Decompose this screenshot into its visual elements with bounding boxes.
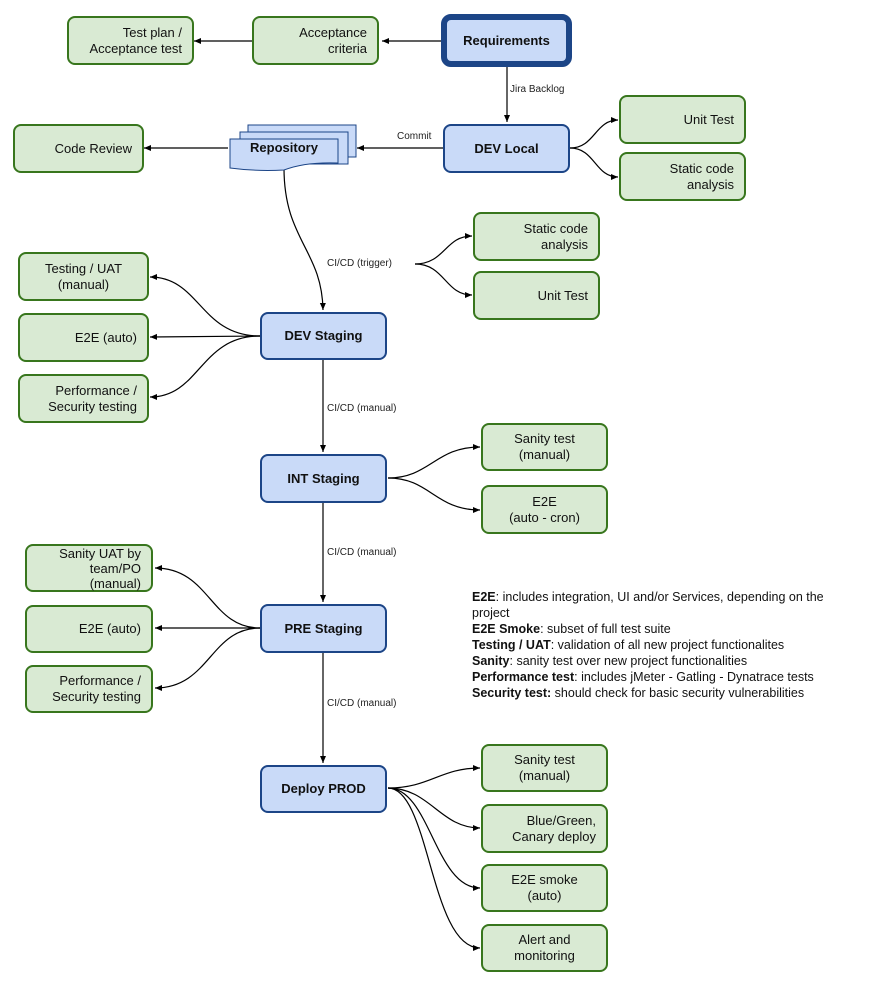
node-test-plan[interactable]: Test plan / Acceptance test [67, 16, 194, 65]
legend-item: E2E Smoke: subset of full test suite [472, 621, 862, 637]
legend-desc: : includes jMeter - Gatling - Dynatrace … [574, 670, 814, 684]
node-dev-e2e-label: E2E (auto) [74, 329, 137, 345]
legend-item: Sanity: sanity test over new project fun… [472, 653, 862, 669]
legend-term: Sanity [472, 654, 510, 668]
edge-int-e2e [387, 477, 481, 513]
edge-label-cicd-manual-2: CI/CD (manual) [327, 547, 397, 558]
node-int-staging[interactable]: INT Staging [260, 454, 387, 503]
node-requirements[interactable]: Requirements [441, 14, 572, 67]
legend-term: Security test: [472, 686, 552, 700]
node-acceptance-criteria-label: Acceptance criteria [299, 24, 367, 56]
edge-pre-sanityuat [154, 565, 261, 629]
node-dev-testing-uat-label: Testing / UAT (manual) [44, 260, 123, 292]
node-dev-local-unit-test-label: Unit Test [683, 111, 734, 127]
node-int-sanity-label: Sanity test (manual) [514, 431, 575, 462]
node-int-e2e[interactable]: E2E (auto - cron) [481, 485, 608, 534]
edge-label-cicd-manual-3: CI/CD (manual) [327, 698, 397, 709]
node-dev-staging-label: DEV Staging [284, 328, 363, 343]
legend-item: Security test: should check for basic se… [472, 685, 862, 701]
node-pre-staging[interactable]: PRE Staging [260, 604, 387, 653]
node-prod-e2e-smoke[interactable]: E2E smoke (auto) [481, 864, 608, 912]
legend-desc: : sanity test over new project functiona… [509, 654, 748, 668]
edge-prod-e2esmoke [387, 787, 481, 891]
node-int-staging-label: INT Staging [287, 470, 360, 486]
legend-desc: : includes integration, UI and/or Servic… [472, 590, 824, 620]
node-trigger-unit-test-label: Unit Test [537, 287, 588, 303]
edge-devstaging-perf [149, 335, 261, 400]
legend-term: E2E Smoke [472, 622, 541, 636]
diagram-canvas: Requirements Acceptance criteria Test pl… [0, 0, 876, 982]
node-pre-staging-label: PRE Staging [284, 620, 363, 636]
node-pre-sanity-uat[interactable]: Sanity UAT by team/PO (manual) [25, 544, 153, 592]
legend-term: E2E [472, 590, 496, 604]
edge-trigger-static [414, 233, 473, 265]
node-dev-perf-label: Performance / Security testing [48, 382, 137, 414]
node-dev-testing-uat[interactable]: Testing / UAT (manual) [18, 252, 149, 301]
node-repository-label: Repository [250, 140, 318, 155]
node-dev-local-unit-test[interactable]: Unit Test [619, 95, 746, 144]
node-dev-staging[interactable]: DEV Staging [260, 312, 387, 360]
legend: E2E: includes integration, UI and/or Ser… [472, 589, 862, 701]
node-deploy-prod-label: Deploy PROD [281, 781, 366, 796]
edge-int-sanity [387, 444, 481, 479]
node-pre-sanity-uat-label: Sanity UAT by team/PO (manual) [59, 545, 141, 591]
node-dev-e2e[interactable]: E2E (auto) [18, 313, 149, 362]
node-pre-perf[interactable]: Performance / Security testing [25, 665, 153, 713]
node-pre-perf-label: Performance / Security testing [52, 673, 141, 704]
legend-term: Testing / UAT [472, 638, 551, 652]
edge-label-jira-backlog: Jira Backlog [510, 84, 565, 95]
node-prod-bluegreen[interactable]: Blue/Green, Canary deploy [481, 804, 608, 853]
node-prod-alert[interactable]: Alert and monitoring [481, 924, 608, 972]
node-trigger-unit-test[interactable]: Unit Test [473, 271, 600, 320]
edge-devlocal-static [569, 147, 619, 180]
node-pre-e2e[interactable]: E2E (auto) [25, 605, 153, 653]
legend-desc: : validation of all new project function… [550, 638, 785, 652]
node-dev-local-label: DEV Local [474, 140, 539, 156]
edge-repository-devstaging [283, 167, 326, 311]
node-pre-e2e-label: E2E (auto) [78, 621, 141, 636]
node-prod-sanity-label: Sanity test (manual) [514, 752, 575, 783]
legend-desc: : subset of full test suite [540, 622, 671, 636]
node-trigger-static[interactable]: Static code analysis [473, 212, 600, 261]
edge-prod-sanity [387, 765, 481, 789]
node-dev-local-static-label: Static code analysis [669, 160, 734, 192]
node-prod-bluegreen-label: Blue/Green, Canary deploy [512, 812, 596, 844]
node-dev-local-static[interactable]: Static code analysis [619, 152, 746, 201]
edge-devstaging-e2e [149, 333, 261, 340]
node-dev-perf[interactable]: Performance / Security testing [18, 374, 149, 423]
node-int-e2e-label: E2E (auto - cron) [509, 493, 580, 525]
edge-devlocal-unittest [569, 117, 619, 149]
edge-label-cicd-trigger: CI/CD (trigger) [327, 258, 393, 269]
edge-label-commit: Commit [397, 131, 432, 142]
edge-label-cicd-manual-1: CI/CD (manual) [327, 403, 397, 414]
legend-desc: should check for basic security vulnerab… [551, 686, 805, 700]
legend-item: Testing / UAT: validation of all new pro… [472, 637, 862, 653]
node-trigger-static-label: Static code analysis [523, 220, 588, 252]
legend-term: Performance test [472, 670, 575, 684]
node-deploy-prod[interactable]: Deploy PROD [260, 765, 387, 813]
edge-prod-alert [387, 787, 481, 951]
node-prod-e2e-smoke-label: E2E smoke (auto) [511, 872, 578, 903]
node-dev-local[interactable]: DEV Local [443, 124, 570, 173]
edge-pre-perf [154, 627, 261, 691]
node-test-plan-label: Test plan / Acceptance test [89, 24, 183, 56]
node-prod-alert-label: Alert and monitoring [514, 932, 575, 963]
node-acceptance-criteria[interactable]: Acceptance criteria [252, 16, 379, 65]
legend-item: E2E: includes integration, UI and/or Ser… [472, 589, 862, 621]
node-prod-sanity[interactable]: Sanity test (manual) [481, 744, 608, 792]
node-int-sanity[interactable]: Sanity test (manual) [481, 423, 608, 471]
node-code-review[interactable]: Code Review [13, 124, 144, 173]
edge-devstaging-uat [149, 274, 261, 337]
edge-trigger-unittest [414, 263, 473, 298]
node-code-review-label: Code Review [54, 140, 132, 156]
node-requirements-label: Requirements [463, 32, 550, 48]
legend-item: Performance test: includes jMeter - Gatl… [472, 669, 862, 685]
